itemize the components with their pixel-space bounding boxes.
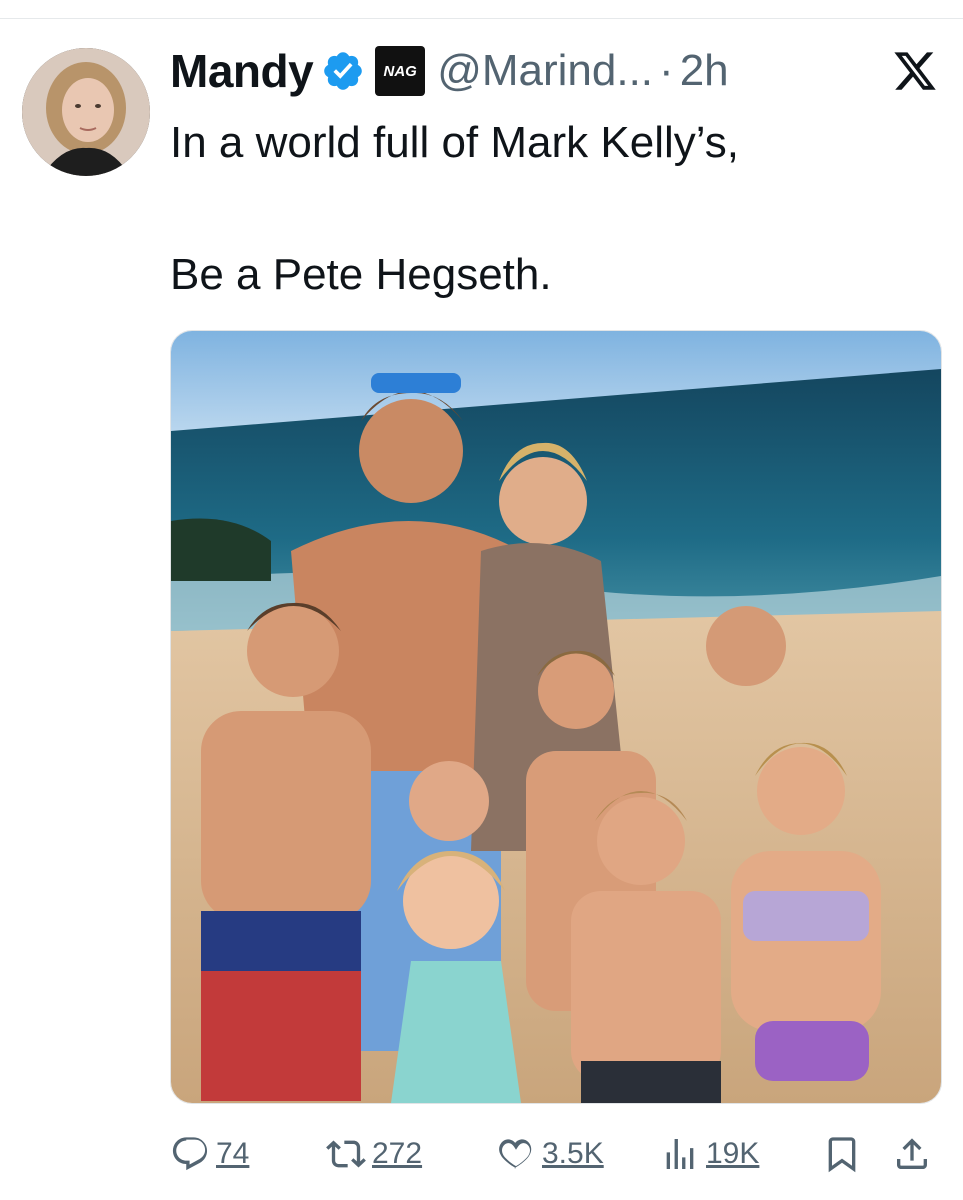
affiliate-badge[interactable]: NAG (375, 46, 426, 96)
views-button[interactable]: 19K (660, 1124, 759, 1184)
post-actions: 74 272 3.5K 19K (170, 1124, 940, 1184)
share-icon (897, 1138, 927, 1169)
reply-button[interactable]: 74 (170, 1124, 249, 1184)
share-button[interactable] (892, 1124, 932, 1184)
verified-badge-icon[interactable] (321, 49, 365, 93)
display-name[interactable]: Mandy (170, 44, 314, 98)
affiliate-badge-label: NAG (383, 62, 417, 80)
bookmark-button[interactable] (822, 1124, 862, 1184)
views-count: 19K (706, 1137, 760, 1170)
repost-count: 272 (372, 1137, 423, 1170)
handle[interactable]: @Marind... (437, 46, 653, 96)
like-count: 3.5K (542, 1137, 604, 1170)
avatar[interactable] (22, 48, 150, 176)
avatar-image (22, 48, 150, 176)
top-divider (0, 18, 963, 19)
reply-count: 74 (216, 1137, 250, 1170)
post-media-photo[interactable] (170, 330, 942, 1104)
reply-icon (172, 1137, 208, 1171)
like-button[interactable]: 3.5K (496, 1124, 604, 1184)
bookmark-icon (828, 1137, 856, 1173)
post-text-line-1: In a world full of Mark Kelly’s, (170, 118, 739, 167)
timestamp[interactable]: 2h (680, 46, 729, 96)
post-header: Mandy NAG @Marind... · 2h (170, 42, 729, 100)
heart-icon (499, 1139, 532, 1169)
x-logo-icon (894, 52, 936, 90)
views-icon (666, 1139, 694, 1169)
repost-button[interactable]: 272 (326, 1124, 422, 1184)
beach-photo (171, 331, 941, 1103)
repost-icon (326, 1140, 366, 1168)
post-text-line-2: Be a Pete Hegseth. (170, 250, 552, 299)
separator-dot: · (659, 46, 674, 95)
post-text: In a world full of Mark Kelly’s, Be a Pe… (170, 110, 739, 308)
